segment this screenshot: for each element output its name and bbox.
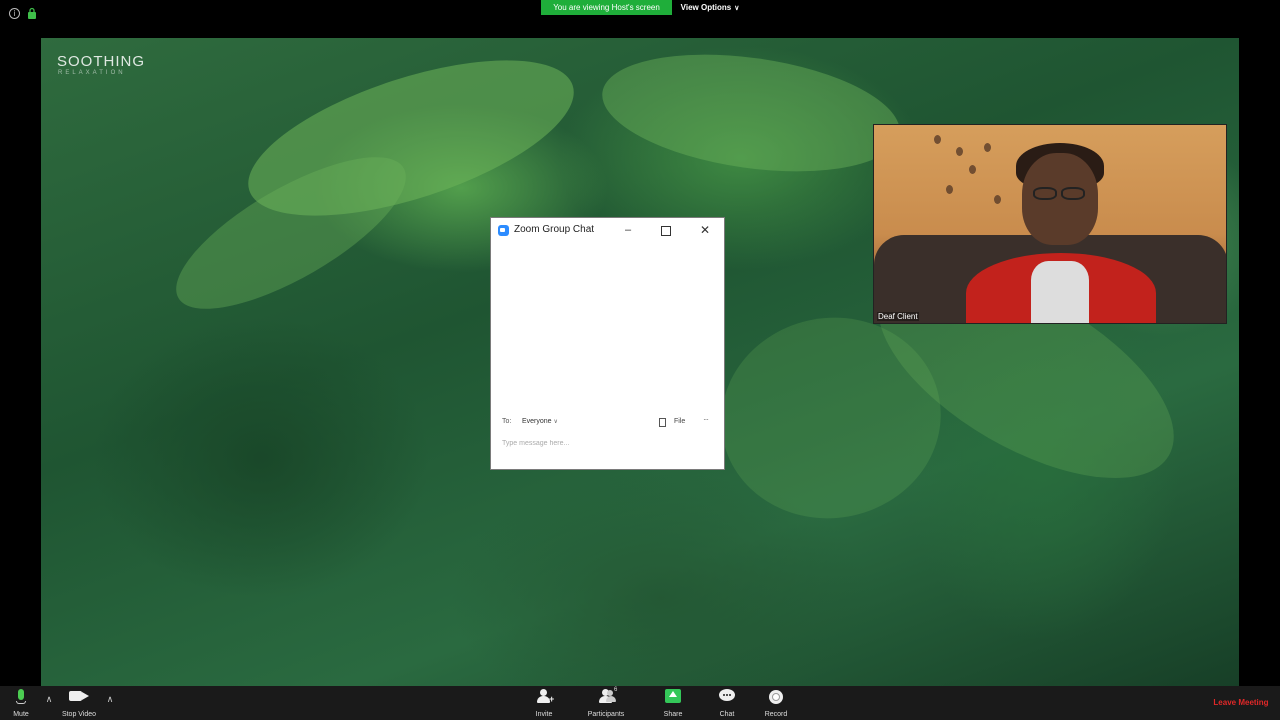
minimize-icon[interactable]: –	[622, 222, 634, 238]
audio-options-caret-icon[interactable]: ∧	[45, 695, 53, 704]
glasses	[1029, 187, 1091, 201]
foliage	[594, 38, 908, 189]
wall-decoration	[994, 195, 1001, 204]
close-icon[interactable]: ✕	[699, 222, 711, 238]
wall-decoration	[934, 135, 941, 144]
invite-button[interactable]: + Invite	[529, 686, 559, 720]
top-bar: i You are viewing Host's screen View Opt…	[0, 0, 1280, 38]
group-chat-window[interactable]: Zoom Group Chat – ✕ To: Everyone ∨ File …	[490, 217, 725, 470]
person-shirt	[1031, 261, 1089, 323]
record-label: Record	[764, 711, 788, 718]
record-button[interactable]: Record	[761, 686, 791, 720]
file-button[interactable]: File	[674, 418, 685, 425]
more-options-icon[interactable]: ···	[703, 415, 709, 424]
chat-bubble-icon	[719, 689, 735, 701]
mute-label: Mute	[13, 711, 29, 718]
wall-decoration	[969, 165, 976, 174]
video-options-caret-icon[interactable]: ∧	[106, 695, 114, 704]
to-label: To:	[502, 418, 512, 425]
participants-button[interactable]: 6 Participants	[583, 686, 629, 720]
invite-label: Invite	[535, 711, 553, 718]
stop-video-label: Stop Video	[61, 711, 97, 718]
chevron-down-icon: ∨	[734, 5, 740, 12]
mute-button[interactable]: Mute	[6, 686, 36, 720]
leave-meeting-button[interactable]: Leave Meeting	[1206, 696, 1276, 710]
share-label: Share	[663, 711, 683, 718]
wall-decoration	[946, 185, 953, 194]
chat-label: Chat	[719, 711, 735, 718]
video-camera-icon	[69, 691, 89, 701]
participant-video-tile[interactable]: Deaf Client	[873, 124, 1227, 324]
participant-name: Deaf Client	[877, 312, 919, 321]
file-icon[interactable]	[659, 418, 666, 427]
message-input[interactable]	[500, 436, 719, 450]
microphone-stand-icon	[16, 701, 26, 704]
zoom-icon	[498, 225, 509, 236]
viewing-host-screen-banner: You are viewing Host's screen	[541, 0, 672, 15]
share-screen-icon	[665, 689, 681, 703]
wall-decoration	[984, 143, 991, 152]
chevron-down-icon: ∨	[553, 419, 558, 425]
stop-video-button[interactable]: Stop Video	[56, 686, 102, 720]
share-button[interactable]: Share	[658, 686, 688, 720]
view-options-label: View Options	[680, 3, 732, 12]
record-icon	[769, 690, 783, 704]
maximize-icon[interactable]	[661, 226, 671, 236]
add-user-icon: +	[536, 689, 554, 704]
participants-count: 6	[614, 687, 618, 693]
brand-logo-subtitle: RELAXATION	[58, 70, 126, 76]
chat-titlebar[interactable]: Zoom Group Chat – ✕	[491, 218, 724, 244]
lock-icon[interactable]	[27, 7, 37, 19]
chat-window-title: Zoom Group Chat	[514, 224, 595, 235]
view-options-button[interactable]: View Options ∨	[676, 0, 744, 15]
meeting-toolbar: Mute ∧ Stop Video ∧ + Invite 6 Participa…	[0, 686, 1280, 720]
recipient-value: Everyone	[522, 418, 552, 425]
participants-icon	[598, 689, 616, 703]
info-icon[interactable]: i	[9, 8, 20, 19]
recipient-select[interactable]: Everyone ∨	[522, 418, 558, 425]
brand-logo-title: SOOTHING	[57, 53, 146, 70]
wall-decoration	[956, 147, 963, 156]
microphone-icon	[18, 689, 24, 700]
chat-button[interactable]: Chat	[712, 686, 742, 720]
participants-label: Participants	[587, 711, 625, 718]
